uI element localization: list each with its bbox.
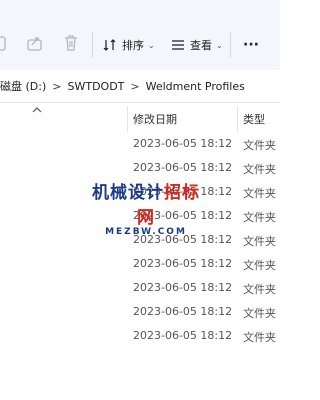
view-icon [172,40,184,50]
type-cell: 文件夹 [243,211,276,224]
date-cell: 2023-06-05 18:12 [133,185,233,198]
file-list: 2023-06-05 18:12 文件夹 2023-06-05 18:12 文件… [0,132,280,348]
date-cell: 2023-06-05 18:12 [133,137,233,150]
delete-icon[interactable] [60,32,82,54]
file-row[interactable]: 2023-06-05 18:12 文件夹 [0,156,280,180]
type-cell: 文件夹 [243,331,276,344]
sort-label: 排序 [122,39,144,52]
type-cell: 文件夹 [243,187,276,200]
more-icon: ··· [243,37,259,53]
type-cell: 文件夹 [243,307,276,320]
share-icon[interactable] [24,32,46,54]
sort-button[interactable]: 排序 ⌄ [102,32,155,58]
file-row[interactable]: 2023-06-05 18:12 文件夹 [0,252,280,276]
column-date-modified[interactable]: 修改日期 [133,111,177,127]
view-label: 查看 [190,39,212,52]
more-options-button[interactable]: ··· [243,32,259,58]
date-cell: 2023-06-05 18:12 [133,305,233,318]
breadcrumb-weldment-profiles[interactable]: Weldment Profiles [146,80,245,93]
sort-ascending-icon [32,104,42,117]
file-row[interactable]: 2023-06-05 18:12 文件夹 [0,204,280,228]
breadcrumb-drive[interactable]: 磁盘 (D:) [0,78,46,94]
type-cell: 文件夹 [243,283,276,296]
date-cell: 2023-06-05 18:12 [133,257,233,270]
address-bar[interactable]: 磁盘 (D:) > SWTDODT > Weldment Profiles [0,70,280,103]
view-button[interactable]: 查看 ⌄ [170,32,223,58]
file-row[interactable]: 2023-06-05 18:12 文件夹 [0,180,280,204]
type-cell: 文件夹 [243,163,276,176]
file-row[interactable]: 2023-06-05 18:12 文件夹 [0,132,280,156]
column-divider[interactable] [237,106,238,132]
chevron-right-icon[interactable]: > [52,80,61,93]
chevron-down-icon: ⌄ [148,40,155,50]
sort-icon [103,39,116,51]
date-cell: 2023-06-05 18:12 [133,329,233,342]
chevron-right-icon[interactable]: > [130,80,139,93]
date-cell: 2023-06-05 18:12 [133,233,233,246]
date-cell: 2023-06-05 18:12 [133,209,233,222]
type-cell: 文件夹 [243,259,276,272]
file-row[interactable]: 2023-06-05 18:12 文件夹 [0,276,280,300]
file-row[interactable]: 2023-06-05 18:12 文件夹 [0,324,280,348]
file-row[interactable]: 2023-06-05 18:12 文件夹 [0,300,280,324]
column-divider[interactable] [127,106,128,132]
column-header: 修改日期 类型 [0,102,280,132]
breadcrumb-swtdodt[interactable]: SWTDODT [67,80,124,93]
date-cell: 2023-06-05 18:12 [133,281,233,294]
toolbar-divider [230,32,231,58]
type-cell: 文件夹 [243,139,276,152]
column-type[interactable]: 类型 [243,111,265,127]
chevron-down-icon: ⌄ [216,40,223,50]
date-cell: 2023-06-05 18:12 [133,161,233,174]
command-bar: 排序 ⌄ 查看 ⌄ ··· [0,0,280,71]
type-cell: 文件夹 [243,235,276,248]
copy-icon[interactable] [0,32,12,54]
file-row[interactable]: 2023-06-05 18:12 文件夹 [0,228,280,252]
toolbar-divider [92,32,93,58]
